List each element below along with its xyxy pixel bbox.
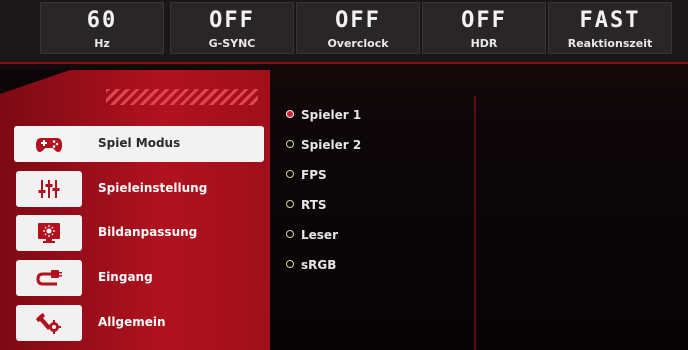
- status-label: Hz: [94, 37, 110, 50]
- wrench-gear-icon: [16, 305, 82, 341]
- menu-item-bildanpassung[interactable]: Bildanpassung: [14, 215, 264, 251]
- option-label: sRGB: [301, 258, 337, 272]
- status-label: Overclock: [327, 37, 389, 50]
- gamepad-icon: [16, 126, 82, 162]
- status-value: OFF: [461, 8, 507, 33]
- menu-label: Spiel Modus: [98, 136, 181, 150]
- option-label: Leser: [301, 228, 338, 242]
- option-spieler-2[interactable]: Spieler 2: [286, 138, 361, 154]
- status-refresh-rate: 60 Hz: [40, 2, 164, 54]
- osd-screen: 60 Hz OFF G-SYNC OFF Overclock OFF HDR F…: [0, 0, 688, 350]
- detail-pane: [476, 96, 688, 350]
- option-srgb[interactable]: sRGB: [286, 258, 336, 274]
- monitor-brightness-icon: [16, 215, 82, 251]
- status-value: OFF: [209, 8, 255, 33]
- radio-icon: [286, 170, 294, 178]
- radio-icon: [286, 260, 294, 268]
- radio-icon: [286, 230, 294, 238]
- status-label: HDR: [470, 37, 498, 50]
- option-label: RTS: [301, 198, 327, 212]
- input-cable-icon: [16, 260, 82, 296]
- option-leser[interactable]: Leser: [286, 228, 338, 244]
- status-response-time: FAST Reaktionszeit: [548, 2, 672, 54]
- status-value: 60: [86, 8, 118, 33]
- menu-label: Spieleinstellung: [98, 181, 208, 195]
- radio-selected-icon: [286, 110, 294, 118]
- status-overclock: OFF Overclock: [296, 2, 420, 54]
- status-gsync: OFF G-SYNC: [170, 2, 294, 54]
- decorative-stripes: [106, 89, 258, 105]
- radio-icon: [286, 140, 294, 148]
- option-label: FPS: [301, 168, 327, 182]
- menu-item-eingang[interactable]: Eingang: [14, 260, 264, 296]
- status-value: OFF: [335, 8, 381, 33]
- option-label: Spieler 1: [301, 108, 362, 122]
- status-label: G-SYNC: [208, 37, 256, 50]
- menu-item-spieleinstellung[interactable]: Spieleinstellung: [14, 171, 264, 207]
- status-label: Reaktionszeit: [567, 37, 653, 50]
- sliders-icon: [16, 171, 82, 207]
- option-label: Spieler 2: [301, 138, 362, 152]
- status-hdr: OFF HDR: [422, 2, 546, 54]
- menu-label: Eingang: [98, 270, 153, 284]
- menu-item-allgemein[interactable]: Allgemein: [14, 305, 264, 341]
- menu-item-spiel-modus[interactable]: Spiel Modus: [14, 126, 264, 162]
- status-value: FAST: [579, 8, 641, 33]
- option-fps[interactable]: FPS: [286, 168, 327, 184]
- submenu-options: Spieler 1 Spieler 2 FPS RTS Leser sRGB: [270, 96, 474, 350]
- menu-label: Allgemein: [98, 315, 166, 329]
- panel-corner-cut: [0, 70, 70, 94]
- option-rts[interactable]: RTS: [286, 198, 327, 214]
- status-bar: 60 Hz OFF G-SYNC OFF Overclock OFF HDR F…: [0, 0, 688, 64]
- menu-label: Bildanpassung: [98, 225, 198, 239]
- option-spieler-1[interactable]: Spieler 1: [286, 108, 361, 124]
- radio-icon: [286, 200, 294, 208]
